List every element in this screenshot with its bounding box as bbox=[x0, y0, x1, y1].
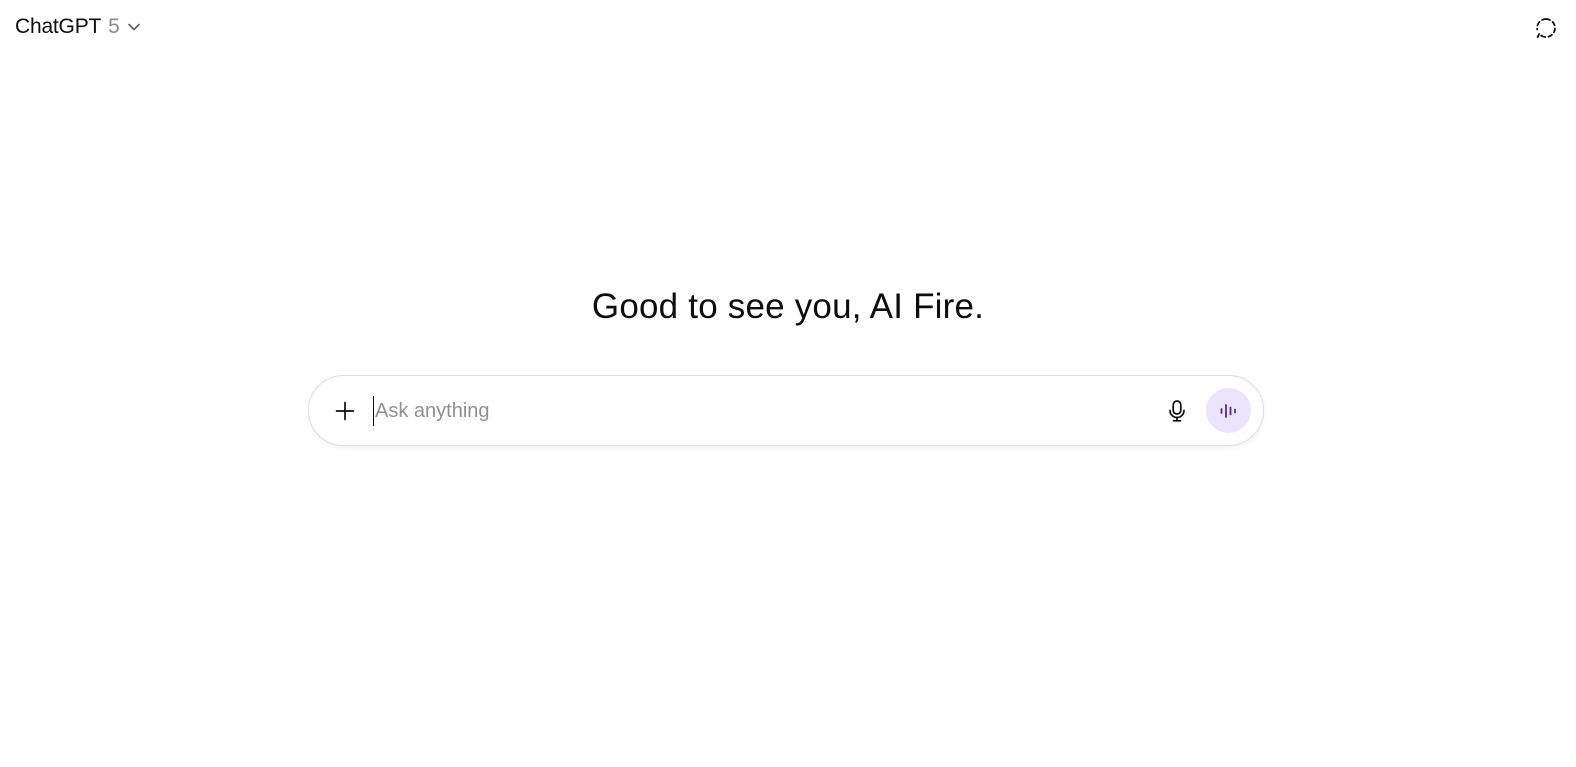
chevron-down-icon bbox=[126, 19, 142, 35]
prompt-composer bbox=[308, 375, 1264, 446]
plus-icon bbox=[334, 400, 356, 422]
prompt-input[interactable] bbox=[373, 396, 1135, 426]
model-selector-button[interactable]: ChatGPT 5 bbox=[8, 10, 149, 44]
dashed-circle-chat-icon bbox=[1535, 17, 1557, 39]
chat-home-page: ChatGPT 5 Good to see you, AI Fire. bbox=[0, 0, 1576, 767]
model-version: 5 bbox=[108, 15, 120, 38]
voice-mode-button[interactable] bbox=[1206, 388, 1251, 433]
add-attachment-button[interactable] bbox=[327, 393, 363, 429]
model-name: ChatGPT bbox=[15, 15, 102, 38]
microphone-icon bbox=[1166, 399, 1188, 423]
temporary-chat-button[interactable] bbox=[1530, 12, 1562, 44]
sound-wave-icon bbox=[1218, 400, 1240, 422]
greeting-heading: Good to see you, AI Fire. bbox=[591, 287, 985, 326]
dictate-button[interactable] bbox=[1159, 393, 1195, 429]
